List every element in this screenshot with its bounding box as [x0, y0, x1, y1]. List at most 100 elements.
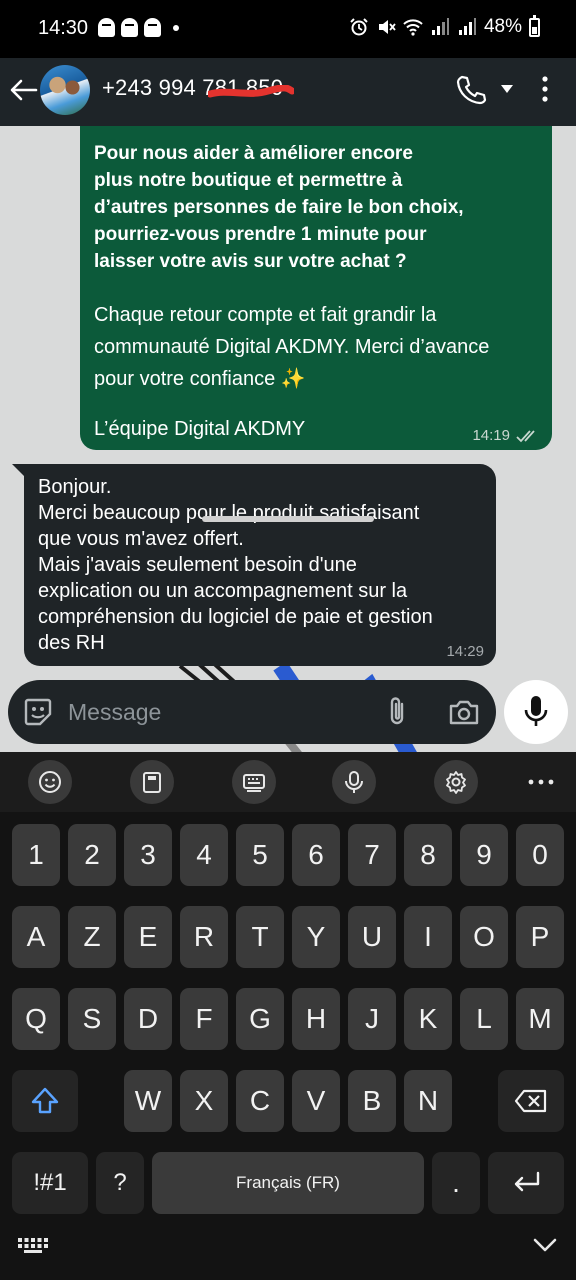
shift-key[interactable]	[12, 1070, 78, 1132]
chat-header: +243 994 781 850	[0, 58, 576, 126]
alarm-icon	[350, 18, 368, 36]
gear-icon	[446, 771, 466, 794]
message-text: Chaque retour compte et fait grandir la …	[94, 304, 490, 390]
message-text-bold: Pour nous aider à améliorer encore plus …	[94, 143, 464, 272]
message-time: 14:19	[472, 427, 510, 444]
system-icons: 48%	[349, 14, 540, 38]
backspace-key[interactable]	[498, 1070, 564, 1132]
status-bar: 14:30 48%	[0, 0, 576, 58]
key-j[interactable]: J	[348, 988, 396, 1050]
back-arrow-icon[interactable]	[6, 73, 40, 107]
mute-icon	[378, 20, 396, 34]
key-q[interactable]: Q	[12, 988, 60, 1050]
more-options-icon[interactable]	[524, 770, 558, 794]
clipboard-icon	[143, 772, 161, 793]
key-h[interactable]: H	[292, 988, 340, 1050]
signal-icon	[431, 18, 449, 35]
key-e[interactable]: E	[124, 906, 172, 968]
battery-icon	[529, 14, 540, 37]
enter-icon	[514, 1171, 540, 1192]
key-s[interactable]: S	[68, 988, 116, 1050]
contact-avatar[interactable]	[40, 65, 90, 115]
notification-icons	[98, 18, 179, 37]
message-signature: L’équipe Digital AKDMY	[94, 418, 306, 440]
key-k[interactable]: K	[404, 988, 452, 1050]
key-a[interactable]: A	[12, 906, 60, 968]
redaction-scribble	[208, 85, 294, 98]
key-i[interactable]: I	[404, 906, 452, 968]
key-z[interactable]: Z	[68, 906, 116, 968]
emoji-tool-button[interactable]	[28, 760, 72, 804]
smiley-icon	[39, 771, 61, 793]
camera-icon[interactable]	[448, 698, 480, 726]
sticker-icon[interactable]	[22, 696, 54, 728]
message-text: Bonjour. Merci beaucoup pour le produit …	[38, 476, 433, 654]
enter-key[interactable]	[488, 1152, 564, 1214]
snapchat-icon	[144, 18, 161, 37]
key-w[interactable]: W	[124, 1070, 172, 1132]
question-mark-key[interactable]: ?	[96, 1152, 144, 1214]
symbols-key[interactable]: !#1	[12, 1152, 88, 1214]
battery-percentage: 48%	[483, 16, 522, 37]
key-t[interactable]: T	[236, 906, 284, 968]
keyboard-grid-icon[interactable]	[18, 1238, 48, 1254]
message-time: 14:29	[446, 643, 484, 660]
key-y[interactable]: Y	[292, 906, 340, 968]
more-notifications-icon	[173, 24, 179, 31]
key-l[interactable]: L	[460, 988, 508, 1050]
key-7[interactable]: 7	[348, 824, 396, 886]
key-p[interactable]: P	[516, 906, 564, 968]
phone-call-icon[interactable]	[454, 73, 488, 107]
key-2[interactable]: 2	[68, 824, 116, 886]
keyboard-mode-button[interactable]	[232, 760, 276, 804]
key-8[interactable]: 8	[404, 824, 452, 886]
key-o[interactable]: O	[460, 906, 508, 968]
signal-icon-2	[458, 18, 476, 35]
shift-icon	[31, 1087, 59, 1114]
double-check-icon	[516, 429, 535, 442]
keyboard-nav-bar	[0, 1218, 576, 1280]
wifi-icon	[403, 19, 423, 36]
message-composer	[8, 680, 496, 744]
voice-message-button[interactable]	[504, 680, 568, 744]
key-b[interactable]: B	[348, 1070, 396, 1132]
key-0[interactable]: 0	[516, 824, 564, 886]
key-6[interactable]: 6	[292, 824, 340, 886]
key-m[interactable]: M	[516, 988, 564, 1050]
status-time: 14:30	[38, 17, 89, 39]
key-g[interactable]: G	[236, 988, 284, 1050]
home-indicator[interactable]	[202, 516, 374, 522]
microphone-icon	[524, 696, 548, 726]
chevron-down-icon[interactable]	[500, 84, 514, 94]
period-key[interactable]: .	[432, 1152, 480, 1214]
message-meta: 14:19	[472, 427, 540, 444]
snapchat-icon	[121, 18, 138, 37]
key-1[interactable]: 1	[12, 824, 60, 886]
incoming-message-bubble[interactable]: Bonjour. Merci beaucoup pour le produit …	[24, 464, 496, 666]
key-u[interactable]: U	[348, 906, 396, 968]
chat-area[interactable]: Pour nous aider à améliorer encore plus …	[0, 126, 576, 752]
chevron-down-icon[interactable]	[532, 1236, 558, 1254]
key-n[interactable]: N	[404, 1070, 452, 1132]
voice-input-button[interactable]	[332, 760, 376, 804]
microphone-icon	[345, 771, 363, 793]
paperclip-icon[interactable]	[384, 695, 410, 729]
key-r[interactable]: R	[180, 906, 228, 968]
keyboard-toolbar	[0, 752, 576, 812]
clipboard-tool-button[interactable]	[130, 760, 174, 804]
more-options-icon[interactable]	[538, 74, 552, 104]
key-d[interactable]: D	[124, 988, 172, 1050]
outgoing-message-bubble[interactable]: Pour nous aider à améliorer encore plus …	[80, 126, 552, 450]
key-4[interactable]: 4	[180, 824, 228, 886]
backspace-icon	[514, 1089, 547, 1113]
keyboard-settings-button[interactable]	[434, 760, 478, 804]
key-9[interactable]: 9	[460, 824, 508, 886]
key-v[interactable]: V	[292, 1070, 340, 1132]
space-bar[interactable]: Français (FR)	[152, 1152, 424, 1214]
message-input[interactable]	[68, 692, 368, 732]
key-x[interactable]: X	[180, 1070, 228, 1132]
key-3[interactable]: 3	[124, 824, 172, 886]
key-c[interactable]: C	[236, 1070, 284, 1132]
key-f[interactable]: F	[180, 988, 228, 1050]
key-5[interactable]: 5	[236, 824, 284, 886]
